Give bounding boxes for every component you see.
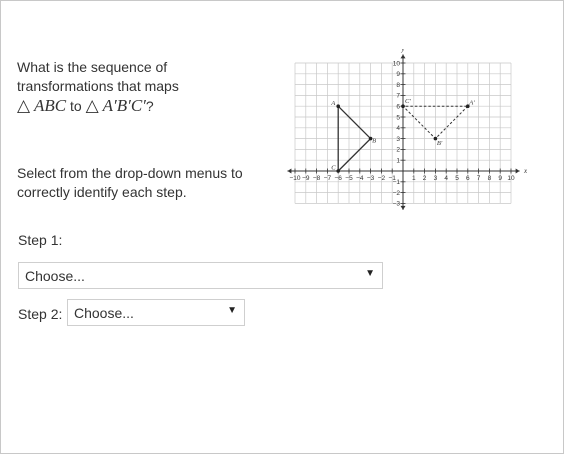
x-tick-label: −5 [345,175,353,182]
x-tick-label: 6 [466,175,470,182]
x-tick-label: 10 [507,175,515,182]
x-tick-label: 4 [444,175,448,182]
x-arrow-icon [287,168,292,174]
x-tick-label: −9 [302,175,310,182]
point-label-c2: C′ [405,98,411,105]
x-axis-label: x [523,167,528,175]
y-tick-label: 3 [396,136,400,143]
y-tick-label: 4 [396,125,400,132]
chevron-down-icon: ▼ [227,305,237,316]
step1-dropdown[interactable]: Choose... ▼ [18,262,383,289]
step2-dropdown-value: Choose... [74,305,134,321]
y-tick-label: 6 [396,104,400,111]
x-tick-label: 7 [477,175,481,182]
instructions-text: Select from the drop-down menus to corre… [17,165,243,200]
x-tick-label: −2 [378,175,386,182]
point-label-b2: B′ [437,140,443,147]
coordinate-graph: −10 −9 −8 −7 −6 −5 −4 −3 −2 −1 1 2 3 4 5 6 7 8 9 1012345678… [287,49,528,210]
axes [287,54,520,210]
y-tick-label: 10 [393,60,401,67]
point-label-b: B [372,138,376,145]
point-label-c: C [331,165,336,172]
y-tick-label: 2 [396,147,400,154]
vertex-point [336,104,340,108]
vertex-point [336,169,340,173]
x-tick-label: −4 [356,175,364,182]
x-tick-label: 5 [455,175,459,182]
x-tick-label: −7 [324,175,332,182]
point-label-a2: A′ [468,100,475,107]
y-tick-label: −3 [393,201,401,208]
y-tick-label: 7 [396,93,400,100]
question-math: △ ABC [17,96,67,115]
from-triangle: ABC [34,96,67,115]
step2-label: Step 2: [18,306,63,322]
question-prompt: What is the sequence of transformations … [17,59,179,94]
step1-label: Step 1: [18,232,63,248]
step2-dropdown[interactable]: Choose... ▼ [67,299,245,326]
x-tick-label: −10 [289,175,300,182]
x-tick-label: −6 [334,175,342,182]
y-tick-label: 8 [396,82,400,89]
x-tick-label: −3 [367,175,375,182]
x-tick-label: 3 [434,175,438,182]
y-tick-label: −1 [393,179,401,186]
y-tick-label: 5 [396,114,400,121]
question-text: What is the sequence of transformations … [17,59,179,115]
x-tick-label: 2 [423,175,427,182]
x-arrow-icon [515,168,520,174]
point-label-a: A [330,100,335,107]
x-tick-label: 8 [488,175,492,182]
y-axis-label: y [401,49,406,53]
x-tick-label: 9 [498,175,502,182]
to-triangle: A′B′C′ [102,96,146,115]
tick-labels: −10 −9 −8 −7 −6 −5 −4 −3 −2 −1 1 2 3 4 5 6 7 8 9 1012345678… [289,49,527,208]
y-tick-label: −2 [393,190,401,197]
step1-dropdown-value: Choose... [25,268,85,284]
x-tick-label: 1 [412,175,416,182]
question-panel: What is the sequence of transformations … [0,0,564,454]
chevron-down-icon: ▼ [365,268,375,279]
x-tick-label: −8 [313,175,321,182]
y-tick-label: 1 [396,158,400,165]
y-tick-label: 9 [396,71,400,78]
y-arrow-icon [400,205,406,210]
y-arrow-icon [400,54,406,59]
